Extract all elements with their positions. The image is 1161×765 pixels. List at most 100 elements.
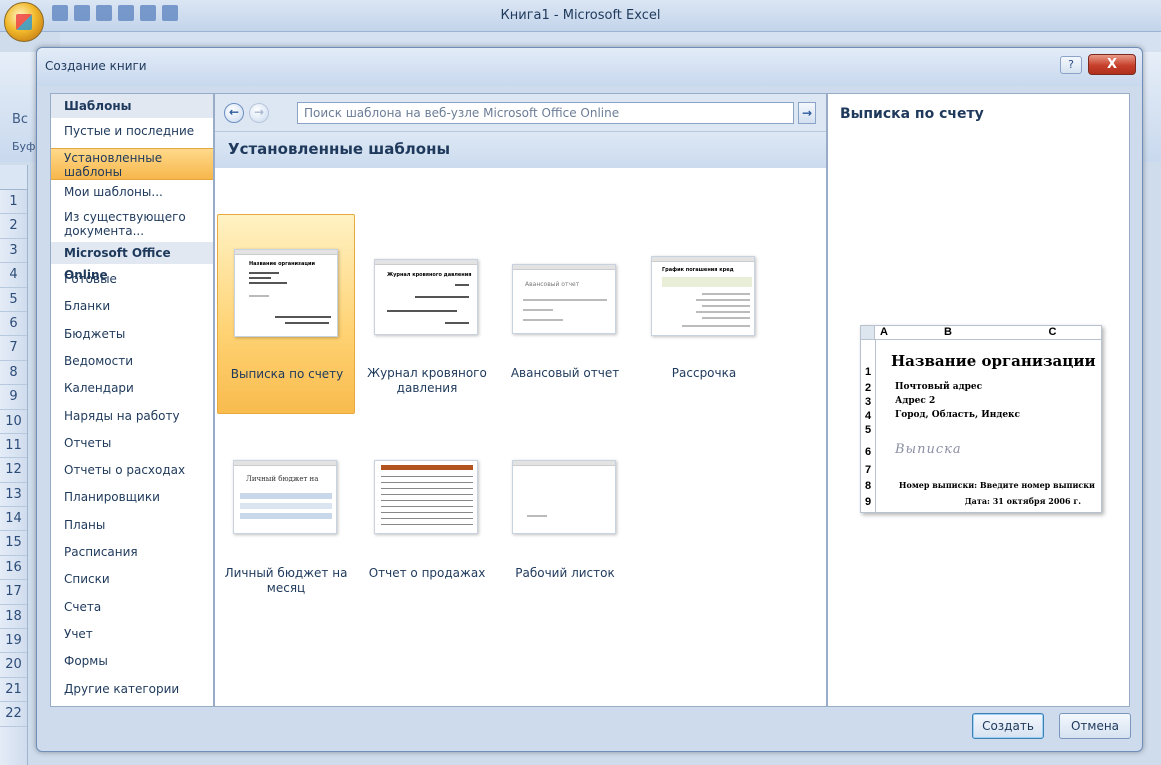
row-header[interactable]: 9: [0, 385, 27, 410]
template-thumbnail: Личный бюджет на: [233, 460, 337, 534]
row-header[interactable]: 18: [0, 605, 27, 630]
templates-pane: ← → Поиск шаблона на веб-узле Microsoft …: [214, 93, 827, 707]
template-thumbnail: Журнал кровяного давления: [374, 259, 478, 335]
template-tile[interactable]: Журнал кровяного давления Журнал кровяно…: [358, 214, 496, 414]
template-tile[interactable]: Авансовый отчет Авансовый отчет: [496, 214, 634, 414]
online-category-item[interactable]: Готовые: [51, 272, 213, 286]
close-button[interactable]: X: [1088, 54, 1136, 75]
thumb-text: Личный бюджет на: [246, 475, 319, 483]
row-header[interactable]: 10: [0, 410, 27, 434]
category-my-templates[interactable]: Мои шаблоны...: [51, 185, 213, 199]
template-categories-pane: Шаблоны Пустые и последние Установленные…: [50, 93, 214, 707]
online-category-item[interactable]: Другие категории: [51, 682, 213, 696]
preview-postal: Почтовый адрес: [895, 382, 983, 392]
online-category-item[interactable]: Бланки: [51, 299, 213, 313]
template-label: Журнал кровяного давления: [367, 366, 487, 395]
row-header[interactable]: 3: [0, 239, 27, 264]
thumb-text: График погашения кред: [662, 267, 734, 273]
row-header[interactable]: 22: [0, 702, 27, 727]
row-header[interactable]: 5: [0, 288, 27, 312]
online-category-item[interactable]: Отчеты о расходах: [51, 463, 213, 477]
preview-row-number: 6: [864, 446, 872, 458]
preview-number-line: Номер выписки: Введите номер выписки: [898, 480, 1095, 490]
online-category-item[interactable]: Планы: [51, 518, 213, 532]
online-category-item[interactable]: Расписания: [51, 545, 213, 559]
preview-date-line: Дата: 31 октября 2006 г.: [964, 496, 1081, 506]
preview-title: Выписка по счету: [840, 106, 984, 122]
template-thumbnail: Авансовый отчет: [512, 264, 616, 334]
online-category-item[interactable]: Отчеты: [51, 436, 213, 450]
preview-statement: Выписка: [895, 442, 962, 457]
thumb-text: Авансовый отчет: [525, 281, 580, 288]
row-header[interactable]: 19: [0, 629, 27, 654]
preview-row-number: 9: [864, 496, 872, 508]
excel-window-title: Книга1 - Microsoft Excel: [500, 8, 661, 23]
template-thumbnail: График погашения кред: [651, 256, 755, 336]
preview-city: Город, Область, Индекс: [895, 410, 1021, 420]
row-header[interactable]: 6: [0, 312, 27, 337]
preview-col-header: B: [893, 326, 1003, 340]
section-title: Установленные шаблоны: [215, 132, 826, 168]
category-from-existing[interactable]: Из существующего документа...: [51, 210, 213, 240]
template-tile[interactable]: Рабочий листок: [496, 414, 634, 614]
preview-org-name: Название организации: [891, 352, 1096, 370]
preview-row-number: 1: [864, 366, 872, 378]
online-category-item[interactable]: Наряды на работу: [51, 409, 213, 423]
category-blank-recent[interactable]: Пустые и последние: [51, 124, 213, 138]
row-header[interactable]: 17: [0, 580, 27, 605]
cancel-button[interactable]: Отмена: [1059, 713, 1131, 739]
online-category-item[interactable]: Учет: [51, 627, 213, 641]
preview-row-number: 8: [864, 480, 872, 492]
row-header[interactable]: 20: [0, 653, 27, 678]
row-header[interactable]: 2: [0, 214, 27, 239]
forward-icon[interactable]: →: [249, 103, 269, 123]
template-tile[interactable]: Личный бюджет на Личный бюджет на месяц: [217, 414, 355, 614]
row-header[interactable]: 14: [0, 507, 27, 532]
preview-col-header: A: [875, 326, 893, 340]
ribbon-fragment: Вс: [12, 112, 29, 127]
create-button[interactable]: Создать: [972, 713, 1044, 739]
row-header[interactable]: 13: [0, 483, 27, 508]
template-tile[interactable]: Название организации Выписка по счету: [217, 214, 355, 414]
new-workbook-dialog: Создание книги ? X Шаблоны Пустые и посл…: [36, 47, 1143, 752]
online-category-item[interactable]: Ведомости: [51, 354, 213, 368]
online-category-item[interactable]: Списки: [51, 572, 213, 586]
search-input[interactable]: Поиск шаблона на веб-узле Microsoft Offi…: [297, 102, 794, 124]
template-thumbnail: [374, 460, 478, 534]
preview-pane: Выписка по счету A B C 1 2 3 4 5 6 7 8 9…: [827, 93, 1130, 707]
row-header[interactable]: 4: [0, 263, 27, 288]
templates-header: Шаблоны: [51, 94, 213, 118]
row-header[interactable]: 1: [0, 190, 27, 215]
preview-row-number: 4: [864, 410, 872, 422]
template-tile[interactable]: График погашения кред Рассрочка: [635, 214, 773, 414]
preview-row-number: 7: [864, 464, 872, 476]
online-category-item[interactable]: Счета: [51, 600, 213, 614]
row-header[interactable]: 12: [0, 458, 27, 483]
row-header[interactable]: 16: [0, 556, 27, 581]
template-label: Авансовый отчет: [510, 366, 620, 380]
office-button[interactable]: [4, 2, 44, 42]
row-header[interactable]: 11: [0, 434, 27, 459]
online-category-item[interactable]: Планировщики: [51, 490, 213, 504]
help-button[interactable]: ?: [1060, 56, 1082, 74]
sheet-corner[interactable]: [0, 165, 28, 190]
template-thumbnail: Название организации: [234, 249, 338, 337]
row-header[interactable]: 21: [0, 678, 27, 703]
back-icon[interactable]: ←: [224, 103, 244, 123]
row-header[interactable]: 7: [0, 336, 27, 361]
thumb-text: Название организации: [249, 261, 316, 267]
template-label: Рабочий листок: [515, 566, 615, 580]
preview-address: Адрес 2: [895, 396, 936, 406]
online-category-item[interactable]: Календари: [51, 381, 213, 395]
dialog-title-bar: Создание книги ? X: [37, 48, 1142, 86]
online-category-item[interactable]: Формы: [51, 654, 213, 668]
online-category-item[interactable]: Бюджеты: [51, 327, 213, 341]
category-installed-templates[interactable]: Установленные шаблоны: [51, 148, 213, 180]
search-go-icon[interactable]: →: [798, 102, 816, 124]
preview-row-number: 5: [864, 424, 872, 436]
row-header[interactable]: 8: [0, 361, 27, 386]
dialog-title: Создание книги: [45, 59, 147, 73]
row-header[interactable]: 15: [0, 531, 27, 556]
template-tile[interactable]: Отчет о продажах: [358, 414, 496, 614]
preview-col-header: C: [1003, 326, 1102, 340]
